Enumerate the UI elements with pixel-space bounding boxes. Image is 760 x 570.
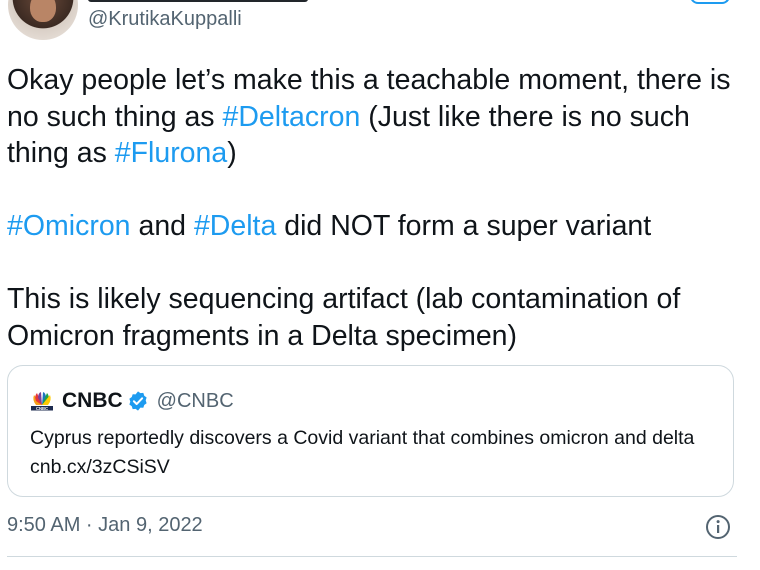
hashtag-link[interactable]: #Deltacron xyxy=(222,101,360,133)
verified-badge-icon xyxy=(129,391,147,411)
info-icon[interactable] xyxy=(705,514,731,540)
tweet-paragraph: #Omicron and #Delta did NOT form a super… xyxy=(7,208,752,245)
svg-text:CNBC: CNBC xyxy=(36,406,48,411)
tweet-paragraph: Okay people let’s make this a teachable … xyxy=(7,62,752,172)
quoted-tweet-header: CNBC CNBC @CNBC xyxy=(30,388,234,414)
quoted-tweet-text: Cyprus reportedly discovers a Covid vari… xyxy=(30,427,695,478)
author-avatar[interactable] xyxy=(8,0,78,40)
cnbc-peacock-logo: CNBC xyxy=(31,392,53,411)
hashtag-link[interactable]: #Delta xyxy=(194,210,276,242)
hashtag-link[interactable]: #Flurona xyxy=(115,137,227,169)
avatar-face xyxy=(30,0,56,22)
tweet-text-segment: ) xyxy=(227,137,237,169)
tweet-page: @KrutikaKuppalli Okay people let’s make … xyxy=(0,0,760,570)
tweet-paragraph: This is likely sequencing artifact (lab … xyxy=(7,281,752,354)
tweet-text-segment: This is likely sequencing artifact (lab … xyxy=(7,283,681,352)
hashtag-link[interactable]: #Omicron xyxy=(7,210,131,242)
quoted-author-name[interactable]: CNBC xyxy=(62,389,123,413)
author-handle[interactable]: @KrutikaKuppalli xyxy=(88,8,242,31)
tweet-text-segment: did NOT form a super variant xyxy=(276,210,652,242)
divider xyxy=(7,556,737,557)
more-options-icon-cropped[interactable] xyxy=(690,0,730,4)
author-display-name-cropped[interactable] xyxy=(88,0,308,2)
tweet-timestamp[interactable]: 9:50 AM · Jan 9, 2022 xyxy=(7,514,203,537)
quoted-author-handle[interactable]: @CNBC xyxy=(157,390,234,413)
quoted-tweet-card[interactable]: CNBC CNBC @CNBC Cyprus reportedly discov… xyxy=(7,365,734,497)
tweet-text-segment: and xyxy=(130,210,194,242)
tweet-text: Okay people let’s make this a teachable … xyxy=(7,62,752,354)
